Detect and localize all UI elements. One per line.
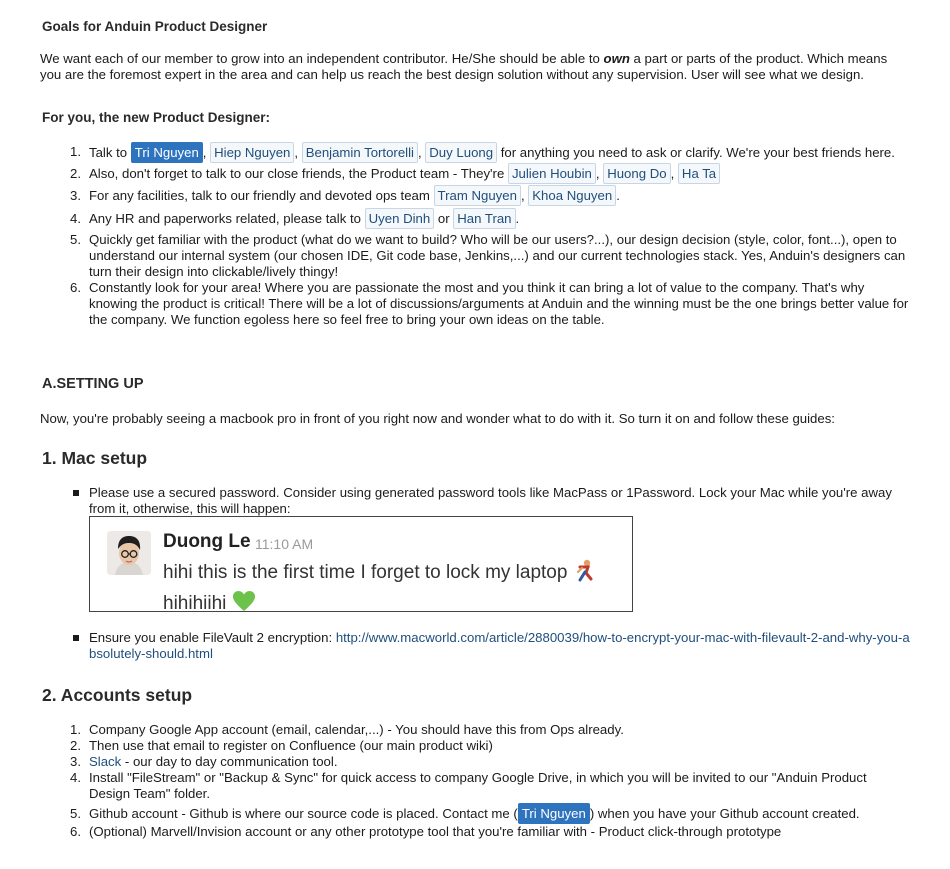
list-text: (Optional) Marvell/Invision account or a… bbox=[89, 824, 782, 839]
for-you-title: For you, the new Product Designer: bbox=[42, 110, 271, 125]
filevault-list: Ensure you enable FileVault 2 encryption… bbox=[70, 630, 910, 662]
mention-hiep-nguyen[interactable]: Hiep Nguyen bbox=[210, 142, 295, 163]
avatar bbox=[107, 531, 151, 575]
mac-setup-title: 1. Mac setup bbox=[42, 448, 148, 468]
mac-setup-list: Please use a secured password. Consider … bbox=[70, 485, 910, 517]
list-text: Ensure you enable FileVault 2 encryption… bbox=[89, 630, 336, 645]
slack-message-line-2: hihihiihi bbox=[163, 590, 256, 618]
mention-duy-luong[interactable]: Duy Luong bbox=[425, 142, 498, 163]
list-number: 2. bbox=[70, 166, 81, 181]
list-text: Company Google App account (email, calen… bbox=[89, 722, 624, 737]
list-item: 1. Talk to Tri Nguyen, Hiep Nguyen, Benj… bbox=[70, 142, 910, 163]
list-item: 2. Then use that email to register on Co… bbox=[70, 738, 910, 754]
mention-benjamin-tortorelli[interactable]: Benjamin Tortorelli bbox=[301, 142, 418, 163]
list-item: 5. Quickly get familiar with the product… bbox=[70, 232, 910, 280]
list-text: . bbox=[616, 188, 620, 203]
list-item: Ensure you enable FileVault 2 encryption… bbox=[70, 630, 910, 662]
slack-link[interactable]: Slack bbox=[89, 754, 121, 769]
bullet-icon bbox=[73, 490, 79, 496]
for-you-list: 1. Talk to Tri Nguyen, Hiep Nguyen, Benj… bbox=[70, 142, 910, 328]
list-text: Constantly look for your area! Where you… bbox=[89, 280, 909, 327]
list-item: 6. Constantly look for your area! Where … bbox=[70, 280, 910, 328]
list-number: 4. bbox=[70, 770, 81, 785]
mention-tri-nguyen[interactable]: Tri Nguyen bbox=[130, 142, 203, 163]
setting-up-intro: Now, you're probably seeing a macbook pr… bbox=[40, 411, 835, 426]
slack-message-line: hihi this is the first time I forget to … bbox=[163, 558, 597, 588]
list-number: 6. bbox=[70, 280, 81, 295]
goals-intro-emphasis: own bbox=[603, 51, 630, 66]
list-item: 3. Slack - our day to day communication … bbox=[70, 754, 910, 770]
list-text: ) when you have your Github account crea… bbox=[589, 806, 860, 821]
list-number: 4. bbox=[70, 211, 81, 226]
list-text: Install "FileStream" or "Backup & Sync" … bbox=[89, 770, 867, 801]
list-item: 5. Github account - Github is where our … bbox=[70, 803, 910, 825]
goals-intro: We want each of our member to grow into … bbox=[40, 51, 910, 83]
list-text: For any facilities, talk to our friendly… bbox=[89, 188, 434, 203]
list-item: 6. (Optional) Marvell/Invision account o… bbox=[70, 824, 910, 840]
avatar-icon bbox=[107, 531, 151, 575]
bullet-icon bbox=[73, 635, 79, 641]
mention-tram-nguyen[interactable]: Tram Nguyen bbox=[433, 185, 521, 206]
list-text: Talk to bbox=[89, 145, 131, 160]
goals-intro-text-1: We want each of our member to grow into … bbox=[40, 51, 604, 66]
green-heart-icon bbox=[232, 590, 256, 618]
list-text: or bbox=[434, 211, 454, 226]
mention-uyen-dinh[interactable]: Uyen Dinh bbox=[364, 208, 435, 229]
list-text: Also, don't forget to talk to our close … bbox=[89, 166, 508, 181]
slack-message-screenshot: Duong Le 11:10 AM hihi this is the first… bbox=[89, 516, 633, 614]
list-text: Then use that email to register on Confl… bbox=[89, 738, 493, 753]
list-number: 5. bbox=[70, 232, 81, 247]
list-item: 3. For any facilities, talk to our frien… bbox=[70, 185, 910, 207]
mention-tri-nguyen-2[interactable]: Tri Nguyen bbox=[517, 803, 590, 824]
list-number: 3. bbox=[70, 188, 81, 203]
list-item: 1. Company Google App account (email, ca… bbox=[70, 722, 910, 738]
list-number: 3. bbox=[70, 754, 81, 769]
list-text: . bbox=[515, 211, 520, 226]
accounts-setup-title: 2. Accounts setup bbox=[42, 685, 193, 705]
list-item: 2. Also, don't forget to talk to our clo… bbox=[70, 163, 910, 185]
list-number: 6. bbox=[70, 824, 81, 839]
accounts-list: 1. Company Google App account (email, ca… bbox=[70, 722, 910, 840]
list-text: Quickly get familiar with the product (w… bbox=[89, 232, 906, 279]
slack-timestamp: 11:10 AM bbox=[255, 536, 314, 552]
runner-emoji-icon bbox=[573, 558, 597, 588]
slack-message-text-2: hihihiihi bbox=[163, 593, 227, 615]
list-item: 4. Any HR and paperworks related, please… bbox=[70, 207, 910, 230]
list-number: 5. bbox=[70, 806, 81, 821]
mention-ha-ta[interactable]: Ha Ta bbox=[677, 163, 721, 184]
mention-khoa-nguyen[interactable]: Khoa Nguyen bbox=[528, 185, 617, 206]
mention-huong-do[interactable]: Huong Do bbox=[603, 163, 671, 184]
list-text: Github account - Github is where our sou… bbox=[89, 806, 518, 821]
mention-han-tran[interactable]: Han Tran bbox=[453, 208, 516, 229]
list-number: 1. bbox=[70, 722, 81, 737]
list-item: Please use a secured password. Consider … bbox=[70, 485, 910, 517]
list-number: 1. bbox=[70, 144, 81, 159]
mention-julien-houbin[interactable]: Julien Houbin bbox=[507, 163, 596, 184]
slack-message-text: hihi this is the first time I forget to … bbox=[163, 562, 568, 584]
list-text: for anything you need to ask or clarify.… bbox=[497, 145, 895, 160]
list-text: - our day to day communication tool. bbox=[121, 754, 338, 769]
list-number: 2. bbox=[70, 738, 81, 753]
list-item: 4. Install "FileStream" or "Backup & Syn… bbox=[70, 770, 910, 802]
list-text: Please use a secured password. Consider … bbox=[89, 485, 892, 516]
slack-sender-name: Duong Le bbox=[163, 531, 251, 552]
setting-up-title: A.SETTING UP bbox=[42, 376, 144, 392]
goals-title: Goals for Anduin Product Designer bbox=[42, 19, 268, 34]
list-text: Any HR and paperworks related, please ta… bbox=[89, 211, 365, 226]
